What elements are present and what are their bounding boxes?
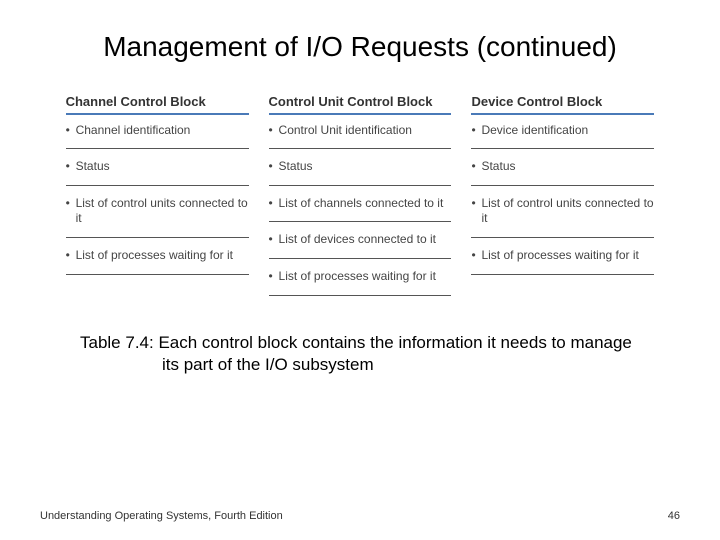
row-divider	[471, 148, 654, 149]
list-item: List of channels connected to it	[269, 192, 452, 216]
header-rule	[66, 113, 249, 115]
list-item: List of processes waiting for it	[66, 244, 249, 268]
row-divider	[269, 221, 452, 222]
row-divider	[66, 148, 249, 149]
header-rule	[471, 113, 654, 115]
slide-footer: Understanding Operating Systems, Fourth …	[40, 510, 680, 522]
row-divider	[471, 185, 654, 186]
header-rule	[269, 113, 452, 115]
list-item: List of processes waiting for it	[471, 244, 654, 268]
column-header: Control Unit Control Block	[269, 94, 452, 113]
table-caption: Table 7.4: Each control block contains t…	[80, 332, 640, 376]
list-item: List of control units connected to it	[66, 192, 249, 231]
column-channel-control-block: Channel Control Block Channel identifica…	[66, 94, 249, 302]
list-item: Status	[66, 155, 249, 179]
row-divider	[269, 258, 452, 259]
row-divider	[66, 274, 249, 275]
list-item: Status	[471, 155, 654, 179]
row-divider	[269, 185, 452, 186]
slide-title: Management of I/O Requests (continued)	[40, 30, 680, 64]
footer-source: Understanding Operating Systems, Fourth …	[40, 510, 283, 522]
row-divider	[66, 237, 249, 238]
list-item: List of processes waiting for it	[269, 265, 452, 289]
row-divider	[471, 237, 654, 238]
row-divider	[269, 295, 452, 296]
list-item: Status	[269, 155, 452, 179]
list-item: Channel identification	[66, 119, 249, 143]
column-header: Channel Control Block	[66, 94, 249, 113]
list-item: List of devices connected to it	[269, 228, 452, 252]
column-control-unit-control-block: Control Unit Control Block Control Unit …	[269, 94, 452, 302]
row-divider	[269, 148, 452, 149]
list-item: Device identification	[471, 119, 654, 143]
list-item: Control Unit identification	[269, 119, 452, 143]
column-header: Device Control Block	[471, 94, 654, 113]
column-device-control-block: Device Control Block Device identificati…	[471, 94, 654, 302]
control-block-table: Channel Control Block Channel identifica…	[66, 94, 655, 302]
list-item: List of control units connected to it	[471, 192, 654, 231]
row-divider	[471, 274, 654, 275]
page-number: 46	[668, 510, 680, 522]
row-divider	[66, 185, 249, 186]
